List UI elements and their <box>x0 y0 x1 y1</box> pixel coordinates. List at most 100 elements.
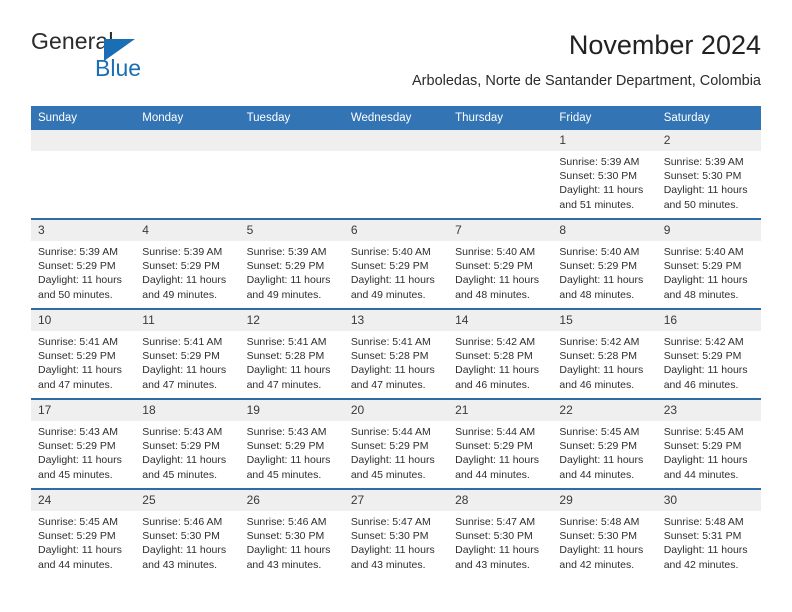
calendar-day-cell[interactable]: 28 Sunrise: 5:47 AM Sunset: 5:30 PM Dayligh… <box>448 490 553 578</box>
daylight-text-line2: and 50 minutes. <box>38 288 113 301</box>
calendar-day-cell-empty <box>343 130 449 218</box>
day-number <box>31 130 136 151</box>
daylight-text-line1: Daylight: 11 hours <box>455 364 539 377</box>
daylight-text-line1: Daylight: 11 hours <box>350 364 435 377</box>
calendar-day-cell[interactable]: 8 Sunrise: 5:40 AM Sunset: 5:29 PM Daylight… <box>552 220 657 308</box>
daylight-text-line2: and 49 minutes. <box>246 288 322 301</box>
daylight-text-line2: and 43 minutes. <box>142 558 217 571</box>
calendar-day-cell[interactable]: 6 Sunrise: 5:40 AM Sunset: 5:29 PM Daylight… <box>343 220 449 308</box>
sunrise-text: Sunrise: 5:46 AM <box>142 516 223 528</box>
sunset-text: Sunset: 5:29 PM <box>38 350 116 363</box>
calendar-week-row: 17 Sunrise: 5:43 AM Sunset: 5:29 PM Dayligh… <box>31 398 761 488</box>
day-details: Sunrise: 5:40 AM Sunset: 5:29 PM Daylight:… <box>448 241 552 302</box>
calendar-day-cell-empty <box>448 130 553 218</box>
daylight-text-line2: and 45 minutes. <box>142 468 217 481</box>
calendar-day-cell[interactable]: 1 Sunrise: 5:39 AM Sunset: 5:30 PM Daylight… <box>552 130 657 218</box>
sunset-text: Sunset: 5:29 PM <box>38 260 116 273</box>
daylight-text-line1: Daylight: 11 hours <box>350 544 435 557</box>
daylight-text-line2: and 46 minutes. <box>663 378 739 391</box>
calendar-week-row: 3 Sunrise: 5:39 AM Sunset: 5:29 PM Daylight… <box>31 218 761 308</box>
calendar-day-cell[interactable]: 4 Sunrise: 5:39 AM Sunset: 5:29 PM Daylight… <box>135 220 240 308</box>
sunset-text: Sunset: 5:29 PM <box>663 260 742 273</box>
daylight-text-line2: and 44 minutes. <box>38 558 113 571</box>
sunset-text: Sunset: 5:28 PM <box>455 350 533 363</box>
sunset-text: Sunset: 5:30 PM <box>246 530 325 543</box>
calendar-day-cell[interactable]: 29 Sunrise: 5:48 AM Sunset: 5:30 PM Dayligh… <box>552 490 657 578</box>
sunset-text: Sunset: 5:30 PM <box>663 170 742 183</box>
daylight-text-line1: Daylight: 11 hours <box>455 274 539 287</box>
day-number: 28 <box>448 490 553 511</box>
day-details: Sunrise: 5:48 AM Sunset: 5:30 PM Daylight:… <box>552 511 656 572</box>
daylight-text-line2: and 48 minutes. <box>559 288 635 301</box>
calendar-day-cell[interactable]: 9 Sunrise: 5:40 AM Sunset: 5:29 PM Daylight… <box>656 220 761 308</box>
sunset-text: Sunset: 5:29 PM <box>38 440 116 453</box>
calendar-day-cell[interactable]: 24 Sunrise: 5:45 AM Sunset: 5:29 PM Dayligh… <box>31 490 136 578</box>
general-blue-logo[interactable]: General Blue <box>31 28 231 90</box>
daylight-text-line1: Daylight: 11 hours <box>246 364 331 377</box>
sunrise-text: Sunrise: 5:46 AM <box>246 516 327 528</box>
day-number: 20 <box>343 400 449 421</box>
weekday-header-wednesday: Wednesday <box>350 112 412 124</box>
calendar-day-cell[interactable]: 3 Sunrise: 5:39 AM Sunset: 5:29 PM Daylight… <box>31 220 136 308</box>
calendar-day-cell[interactable]: 22 Sunrise: 5:45 AM Sunset: 5:29 PM Dayligh… <box>552 400 657 488</box>
daylight-text-line1: Daylight: 11 hours <box>663 274 748 287</box>
calendar-day-cell-empty <box>135 130 240 218</box>
day-number: 14 <box>448 310 553 331</box>
calendar-day-cell[interactable]: 30 Sunrise: 5:48 AM Sunset: 5:31 PM Dayligh… <box>656 490 761 578</box>
calendar-day-cell[interactable]: 16 Sunrise: 5:42 AM Sunset: 5:29 PM Dayligh… <box>656 310 761 398</box>
day-details: Sunrise: 5:46 AM Sunset: 5:30 PM Daylight:… <box>135 511 239 572</box>
calendar-day-cell[interactable]: 19 Sunrise: 5:43 AM Sunset: 5:29 PM Dayligh… <box>239 400 344 488</box>
sunrise-text: Sunrise: 5:41 AM <box>350 336 431 348</box>
daylight-text-line2: and 47 minutes. <box>142 378 217 391</box>
calendar-day-cell[interactable]: 13 Sunrise: 5:41 AM Sunset: 5:28 PM Dayligh… <box>343 310 449 398</box>
calendar-day-cell[interactable]: 15 Sunrise: 5:42 AM Sunset: 5:28 PM Dayligh… <box>552 310 657 398</box>
sunrise-text: Sunrise: 5:41 AM <box>38 336 118 348</box>
sunrise-text: Sunrise: 5:48 AM <box>663 516 744 528</box>
daylight-text-line2: and 49 minutes. <box>350 288 426 301</box>
sunrise-text: Sunrise: 5:43 AM <box>246 426 327 438</box>
calendar-day-cell[interactable]: 23 Sunrise: 5:45 AM Sunset: 5:29 PM Dayligh… <box>656 400 761 488</box>
calendar-day-cell[interactable]: 12 Sunrise: 5:41 AM Sunset: 5:28 PM Dayligh… <box>239 310 344 398</box>
sunset-text: Sunset: 5:28 PM <box>246 350 325 363</box>
calendar-day-cell[interactable]: 26 Sunrise: 5:46 AM Sunset: 5:30 PM Dayligh… <box>239 490 344 578</box>
sunrise-text: Sunrise: 5:41 AM <box>246 336 327 348</box>
sunset-text: Sunset: 5:28 PM <box>350 350 429 363</box>
sunrise-text: Sunrise: 5:45 AM <box>663 426 744 438</box>
calendar-day-cell[interactable]: 20 Sunrise: 5:44 AM Sunset: 5:29 PM Dayligh… <box>343 400 449 488</box>
day-number: 8 <box>552 220 657 241</box>
calendar-day-cell[interactable]: 10 Sunrise: 5:41 AM Sunset: 5:29 PM Dayligh… <box>31 310 136 398</box>
calendar-day-cell[interactable]: 14 Sunrise: 5:42 AM Sunset: 5:28 PM Dayligh… <box>448 310 553 398</box>
daylight-text-line2: and 47 minutes. <box>246 378 322 391</box>
daylight-text-line2: and 48 minutes. <box>663 288 739 301</box>
daylight-text-line1: Daylight: 11 hours <box>559 544 644 557</box>
daylight-text-line1: Daylight: 11 hours <box>350 454 435 467</box>
calendar-day-cell[interactable]: 17 Sunrise: 5:43 AM Sunset: 5:29 PM Dayligh… <box>31 400 136 488</box>
calendar-day-cell[interactable]: 11 Sunrise: 5:41 AM Sunset: 5:29 PM Dayligh… <box>135 310 240 398</box>
calendar-day-cell-empty <box>239 130 344 218</box>
calendar-day-cell[interactable]: 5 Sunrise: 5:39 AM Sunset: 5:29 PM Daylight… <box>239 220 344 308</box>
day-number: 19 <box>239 400 344 421</box>
calendar-day-cell[interactable]: 25 Sunrise: 5:46 AM Sunset: 5:30 PM Dayligh… <box>135 490 240 578</box>
sunrise-text: Sunrise: 5:39 AM <box>142 246 223 258</box>
calendar-day-cell[interactable]: 18 Sunrise: 5:43 AM Sunset: 5:29 PM Dayligh… <box>135 400 240 488</box>
calendar-day-cell[interactable]: 21 Sunrise: 5:44 AM Sunset: 5:29 PM Dayligh… <box>448 400 553 488</box>
calendar-day-cell[interactable]: 7 Sunrise: 5:40 AM Sunset: 5:29 PM Daylight… <box>448 220 553 308</box>
day-details: Sunrise: 5:42 AM Sunset: 5:28 PM Daylight:… <box>552 331 656 392</box>
daylight-text-line1: Daylight: 11 hours <box>559 184 644 197</box>
calendar-week-row: 24 Sunrise: 5:45 AM Sunset: 5:29 PM Dayligh… <box>31 488 761 578</box>
sunrise-text: Sunrise: 5:41 AM <box>142 336 223 348</box>
daylight-text-line2: and 47 minutes. <box>38 378 113 391</box>
calendar-day-cell[interactable]: 2 Sunrise: 5:39 AM Sunset: 5:30 PM Daylight… <box>656 130 761 218</box>
sunset-text: Sunset: 5:31 PM <box>663 530 742 543</box>
day-details: Sunrise: 5:39 AM Sunset: 5:30 PM Daylight:… <box>552 151 656 212</box>
sunset-text: Sunset: 5:29 PM <box>142 260 220 273</box>
day-details: Sunrise: 5:45 AM Sunset: 5:29 PM Daylight:… <box>31 511 135 572</box>
weekday-header-row: Sunday Monday Tuesday Wednesday Thursday Frid… <box>31 106 761 130</box>
day-number: 5 <box>239 220 344 241</box>
daylight-text-line1: Daylight: 11 hours <box>663 184 748 197</box>
daylight-text-line2: and 45 minutes. <box>38 468 113 481</box>
day-details: Sunrise: 5:41 AM Sunset: 5:28 PM Daylight:… <box>240 331 344 392</box>
calendar-day-cell[interactable]: 27 Sunrise: 5:47 AM Sunset: 5:30 PM Dayligh… <box>343 490 449 578</box>
sunrise-text: Sunrise: 5:40 AM <box>350 246 431 258</box>
calendar-week-row: 1 Sunrise: 5:39 AM Sunset: 5:30 PM Daylight… <box>31 130 761 218</box>
